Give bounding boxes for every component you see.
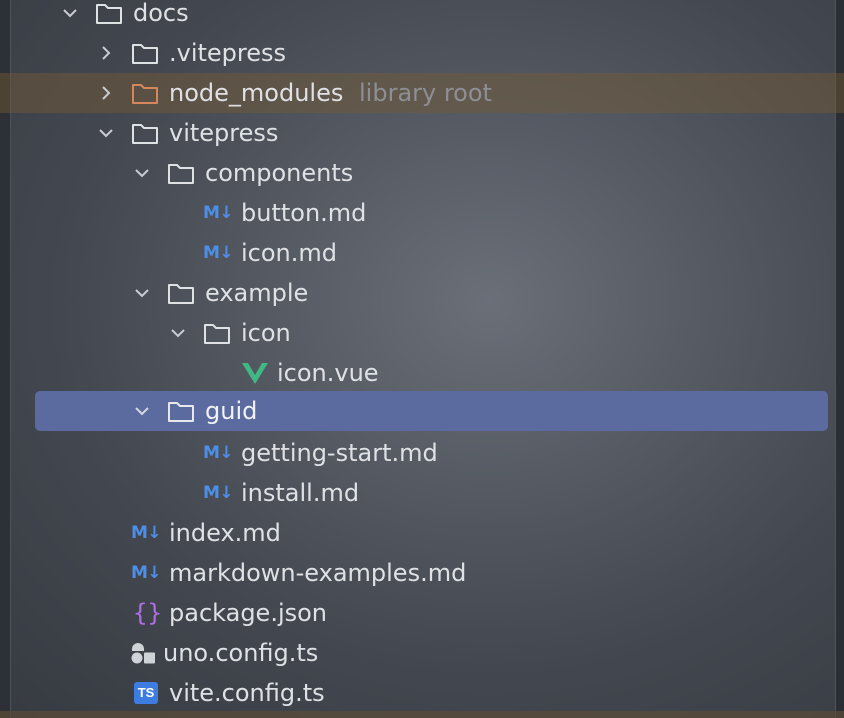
tree-item-label: node_modules [169, 79, 344, 107]
tree-item-label: vitepress [169, 119, 279, 147]
project-tree: docs .vitepress node_modules library roo… [0, 0, 844, 718]
tree-row-uno-config-ts[interactable]: uno.config.ts [0, 633, 844, 673]
tree-row-icon-folder[interactable]: icon [0, 313, 844, 353]
tree-row-node-modules[interactable]: node_modules library root [0, 73, 844, 113]
json-file-icon: {} [133, 599, 162, 627]
tree-item-label: markdown-examples.md [169, 559, 467, 587]
tree-row-vitepress-config[interactable]: .vitepress [0, 33, 844, 73]
chevron-right-icon[interactable] [97, 84, 115, 102]
tree-item-label: .vitepress [169, 39, 287, 67]
tree-item-label: install.md [241, 479, 360, 507]
tree-row-components[interactable]: components [0, 153, 844, 193]
chevron-down-icon[interactable] [133, 402, 151, 420]
markdown-file-icon: M↓ [203, 243, 234, 263]
folder-icon [168, 284, 194, 304]
tree-item-label: docs [133, 0, 189, 27]
library-root-hint: library root [359, 79, 492, 107]
chevron-down-icon[interactable] [61, 4, 79, 22]
chevron-right-icon[interactable] [97, 44, 115, 62]
markdown-file-icon: M↓ [131, 523, 162, 543]
tree-item-label: guid [205, 397, 258, 425]
typescript-file-icon: TS [134, 682, 158, 704]
tree-row-docs[interactable]: docs [0, 0, 844, 33]
tree-row-icon-md[interactable]: M↓ icon.md [0, 233, 844, 273]
folder-icon [96, 4, 122, 24]
tree-item-label: vite.config.ts [169, 679, 325, 707]
markdown-file-icon: M↓ [203, 203, 234, 223]
markdown-file-icon: M↓ [203, 483, 234, 503]
tree-item-label: components [205, 159, 354, 187]
chevron-down-icon[interactable] [133, 164, 151, 182]
tree-row-guid[interactable]: guid [0, 391, 844, 431]
selection-highlight [35, 391, 828, 431]
folder-icon [132, 124, 158, 144]
library-folder-icon [132, 84, 158, 104]
tree-item-label: icon [241, 319, 291, 347]
tree-row-getting-start-md[interactable]: M↓ getting-start.md [0, 433, 844, 473]
folder-icon [168, 164, 194, 184]
tree-row-vitepress[interactable]: vitepress [0, 113, 844, 153]
vue-file-icon [242, 363, 268, 384]
tree-item-label: icon.vue [277, 359, 379, 387]
tree-item-label: getting-start.md [241, 439, 438, 467]
folder-icon [204, 324, 230, 344]
tree-row-vite-config-ts[interactable]: TS vite.config.ts [0, 673, 844, 713]
chevron-down-icon[interactable] [133, 284, 151, 302]
tree-row-button-md[interactable]: M↓ button.md [0, 193, 844, 233]
tree-item-label: button.md [241, 199, 367, 227]
markdown-file-icon: M↓ [131, 563, 162, 583]
folder-icon [168, 402, 194, 422]
tree-row-example[interactable]: example [0, 273, 844, 313]
tree-item-label: example [205, 279, 309, 307]
markdown-file-icon: M↓ [203, 443, 234, 463]
tree-item-label: uno.config.ts [163, 639, 319, 667]
tree-row-install-md[interactable]: M↓ install.md [0, 473, 844, 513]
unocss-file-icon [131, 643, 155, 664]
tree-row-index-md[interactable]: M↓ index.md [0, 513, 844, 553]
tree-row-package-json[interactable]: {} package.json [0, 593, 844, 633]
folder-icon [132, 44, 158, 64]
tree-item-label: package.json [169, 599, 328, 627]
tree-row-icon-vue[interactable]: icon.vue [0, 353, 844, 393]
chevron-down-icon[interactable] [169, 324, 187, 342]
tree-item-label: icon.md [241, 239, 337, 267]
chevron-down-icon[interactable] [97, 124, 115, 142]
tree-item-label: index.md [169, 519, 281, 547]
tree-row-markdown-examples-md[interactable]: M↓ markdown-examples.md [0, 553, 844, 593]
